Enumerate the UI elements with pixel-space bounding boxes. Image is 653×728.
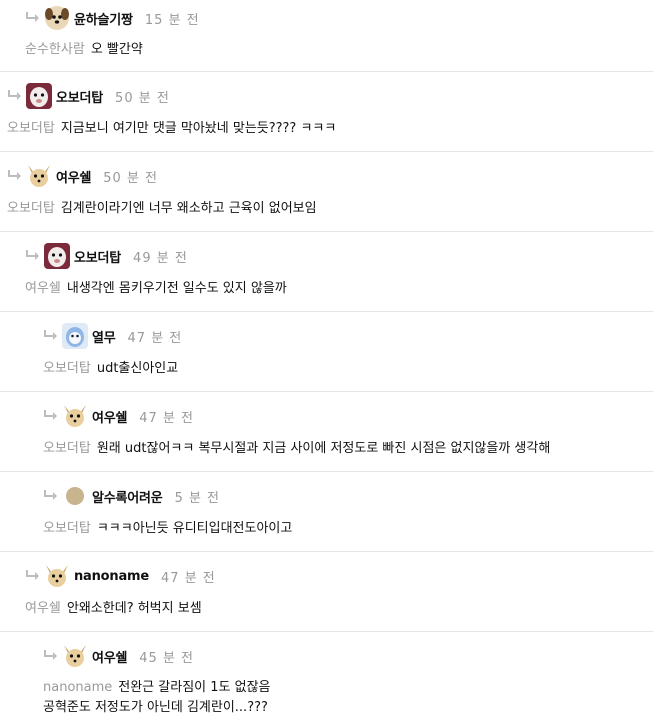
comment-item: 열무 47 분 전 오보더탑 udt출신아인교 [0, 312, 653, 392]
comment-text: 내생각엔 몸키우기전 일수도 있지 않을까 [66, 281, 287, 296]
comment-author[interactable]: 여우쉘 [56, 167, 91, 186]
comment-text: 안왜소한데? 허벅지 보셈 [66, 601, 202, 616]
comment-header: 알수록어려운 5 분 전 [43, 487, 221, 506]
comment-header: 여우쉘 50 분 전 [7, 165, 159, 187]
comment-text: 김계란이라기엔 너무 왜소하고 근육이 없어보임 [60, 201, 317, 216]
reply-mention[interactable]: 오보더탑 [43, 441, 91, 456]
dog-avatar-icon[interactable] [44, 5, 70, 31]
comment-item: 오보더탑 49 분 전 여우쉘 내생각엔 몸키우기전 일수도 있지 않을까 [0, 232, 653, 312]
reply-arrow-icon [8, 90, 21, 100]
comment-header: 윤하슬기짱 15 분 전 [25, 6, 200, 30]
comment-text-line2: 공혁준도 저정도가 아닌데 김계란이...??? [43, 700, 268, 715]
reply-mention[interactable]: 여우쉘 [25, 281, 61, 296]
comment-text: 원래 udt잖어ㅋㅋ 복무시절과 지금 사이에 저정도로 빠진 시점은 없지않을… [96, 441, 551, 456]
comment-item: 오보더탑 50 분 전 오보더탑지금보니 여기만 댓글 막아놨네 맞는듯????… [0, 72, 653, 152]
comment-timestamp: 47 분 전 [161, 570, 216, 586]
reply-mention[interactable]: 오보더탑 [7, 121, 55, 136]
fox-avatar-icon[interactable] [62, 403, 88, 429]
reply-arrow-icon [26, 250, 39, 260]
reply-arrow-icon [8, 170, 21, 180]
comment-thread: 윤하슬기짱 15 분 전 순수한사람 오 빨간약 오보더탑 50 분 전 오보더탑… [0, 0, 653, 728]
reply-mention[interactable]: nanoname [43, 680, 112, 695]
reply-mention[interactable]: 오보더탑 [43, 361, 91, 376]
comment-item: 윤하슬기짱 15 분 전 순수한사람 오 빨간약 [0, 0, 653, 72]
comment-item: nanoname 47 분 전 여우쉘 안왜소한데? 허벅지 보셈 [0, 552, 653, 632]
comment-header: 여우쉘 45 분 전 [43, 645, 195, 667]
reply-mention[interactable]: 여우쉘 [25, 601, 61, 616]
comment-body: 여우쉘 안왜소한데? 허벅지 보셈 [25, 599, 202, 619]
reply-arrow-icon [44, 410, 57, 420]
reply-mention[interactable]: 오보더탑 [7, 201, 55, 216]
comment-timestamp: 15 분 전 [144, 12, 200, 28]
alpaca-avatar-icon[interactable] [44, 243, 70, 269]
comment-author[interactable]: 여우쉘 [92, 407, 127, 426]
fox-avatar-icon[interactable] [44, 563, 70, 589]
reply-arrow-icon [44, 330, 57, 340]
fox-avatar-icon[interactable] [62, 643, 88, 669]
reply-mention[interactable]: 순수한사람 [25, 42, 85, 57]
comment-text: 오 빨간약 [90, 42, 143, 57]
reply-arrow-icon [44, 650, 57, 660]
comment-header: 오보더탑 50 분 전 [7, 83, 170, 109]
fox-avatar-icon[interactable] [26, 163, 52, 189]
comment-timestamp: 49 분 전 [133, 250, 188, 266]
comment-author[interactable]: 윤하슬기짱 [74, 9, 133, 28]
comment-body: 순수한사람 오 빨간약 [25, 40, 143, 60]
comment-body: 오보더탑 김계란이라기엔 너무 왜소하고 근육이 없어보임 [7, 199, 317, 219]
comment-timestamp: 45 분 전 [139, 650, 195, 666]
default-circle-avatar-icon[interactable] [62, 483, 88, 509]
comment-body: nanoname 전완근 갈라짐이 1도 없잖음 공혁준도 저정도가 아닌데 김계… [43, 678, 271, 718]
comment-timestamp: 5 분 전 [174, 490, 221, 506]
alpaca-avatar-icon[interactable] [26, 83, 52, 109]
comment-header: nanoname 47 분 전 [25, 565, 216, 587]
comment-body: 여우쉘 내생각엔 몸키우기전 일수도 있지 않을까 [25, 279, 287, 299]
comment-item: 여우쉘 47 분 전 오보더탑 원래 udt잖어ㅋㅋ 복무시절과 지금 사이에 저… [0, 392, 653, 472]
comment-author[interactable]: 오보더탑 [74, 247, 121, 266]
reply-arrow-icon [44, 490, 57, 500]
comment-timestamp: 50 분 전 [103, 170, 159, 186]
blue-character-avatar-icon[interactable] [62, 323, 88, 349]
comment-header: 오보더탑 49 분 전 [25, 243, 188, 269]
reply-arrow-icon [26, 570, 39, 580]
comment-author[interactable]: 열무 [92, 327, 116, 346]
comment-text: udt출신아인교 [96, 361, 179, 376]
comment-body: 오보더탑 ㅋㅋㅋ아닌듯 유디티입대전도아이고 [43, 519, 292, 539]
reply-mention[interactable]: 오보더탑 [43, 521, 91, 536]
comment-author[interactable]: nanoname [74, 569, 149, 584]
comment-timestamp: 50 분 전 [115, 90, 170, 106]
comment-body: 오보더탑 지금보니 여기만 댓글 막아놨네 맞는듯???? ㅋㅋㅋ [7, 119, 336, 139]
comment-author[interactable]: 오보더탑 [56, 87, 103, 106]
comment-header: 여우쉘 47 분 전 [43, 405, 195, 427]
comment-item: 알수록어려운 5 분 전 오보더탑 ㅋㅋㅋ아닌듯 유디티입대전도아이고 [0, 472, 653, 552]
comment-timestamp: 47 분 전 [127, 330, 183, 346]
comment-item: 여우쉘 45 분 전 nanoname 전완근 갈라짐이 1도 없잖음 공혁준도 … [0, 632, 653, 728]
comment-body: 오보더탑 udt출신아인교 [43, 359, 178, 379]
comment-header: 열무 47 분 전 [43, 323, 183, 349]
comment-author[interactable]: 알수록어려운 [92, 487, 163, 506]
comment-body: 오보더탑 원래 udt잖어ㅋㅋ 복무시절과 지금 사이에 저정도로 빠진 시점은 … [43, 439, 550, 459]
comment-author[interactable]: 여우쉘 [92, 647, 127, 666]
comment-item: 여우쉘 50 분 전 오보더탑 김계란이라기엔 너무 왜소하고 근육이 없어보임 [0, 152, 653, 232]
comment-text: ㅋㅋㅋ아닌듯 유디티입대전도아이고 [96, 521, 293, 536]
comment-text: 지금보니 여기만 댓글 막아놨네 맞는듯???? ㅋㅋㅋ [60, 121, 337, 136]
reply-arrow-icon [26, 12, 39, 22]
comment-text: 전완근 갈라짐이 1도 없잖음 [118, 680, 271, 695]
comment-timestamp: 47 분 전 [139, 410, 195, 426]
